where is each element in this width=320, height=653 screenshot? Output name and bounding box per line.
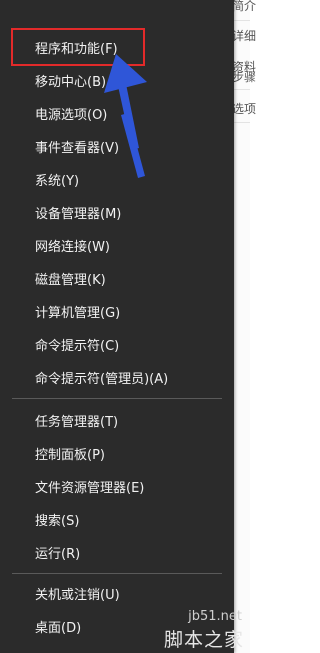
menu-item-label: 关机或注销(U): [35, 587, 120, 603]
menu-item-control-panel[interactable]: 控制面板(P): [0, 437, 234, 469]
menu-item-label: 桌面(D): [35, 620, 82, 636]
menu-item-shutdown-signout[interactable]: 关机或注销(U): [0, 577, 234, 609]
watermark-brand: 脚本之家: [163, 629, 244, 651]
menu-item-label: 文件资源管理器(E): [35, 480, 145, 496]
menu-item-label: 事件查看器(V): [35, 140, 120, 156]
background-text: 详细: [232, 29, 257, 43]
menu-separator: [12, 573, 222, 574]
menu-item-label: 设备管理器(M): [35, 206, 122, 222]
highlight-box: [11, 28, 145, 66]
menu-item-label: 网络连接(W): [35, 239, 110, 255]
watermark: jb51.net 脚本之家: [150, 607, 250, 653]
menu-item-label: 计算机管理(G): [35, 305, 121, 321]
menu-item-network-connections[interactable]: 网络连接(W): [0, 229, 234, 261]
background-text: 简介: [232, 0, 257, 13]
menu-item-search[interactable]: 搜索(S): [0, 503, 234, 535]
menu-item-mobility-center[interactable]: 移动中心(B): [0, 64, 234, 96]
menu-item-command-prompt[interactable]: 命令提示符(C): [0, 328, 234, 360]
menu-item-disk-management[interactable]: 磁盘管理(K): [0, 262, 234, 294]
watermark-url: jb51.net: [188, 609, 242, 624]
power-user-menu: 程序和功能(F) 移动中心(B) 电源选项(O) 事件查看器(V) 系统(Y) …: [0, 0, 234, 653]
menu-item-label: 系统(Y): [35, 173, 80, 189]
menu-item-label: 移动中心(B): [35, 74, 107, 90]
menu-item-run[interactable]: 运行(R): [0, 536, 234, 568]
background-text: 步骤: [232, 70, 257, 84]
menu-item-file-explorer[interactable]: 文件资源管理器(E): [0, 470, 234, 502]
menu-item-label: 搜索(S): [35, 513, 80, 529]
menu-separator: [12, 398, 222, 399]
menu-item-event-viewer[interactable]: 事件查看器(V): [0, 130, 234, 162]
menu-item-device-manager[interactable]: 设备管理器(M): [0, 196, 234, 228]
menu-item-system[interactable]: 系统(Y): [0, 163, 234, 195]
menu-item-label: 命令提示符(管理员)(A): [35, 371, 169, 387]
menu-item-label: 磁盘管理(K): [35, 272, 106, 288]
menu-item-label: 任务管理器(T): [35, 414, 119, 430]
menu-item-label: 运行(R): [35, 546, 81, 562]
menu-item-label: 控制面板(P): [35, 447, 105, 463]
menu-item-label: 命令提示符(C): [35, 338, 120, 354]
menu-item-label: 电源选项(O): [35, 107, 108, 123]
background-text: 选项: [232, 102, 257, 116]
menu-item-command-prompt-admin[interactable]: 命令提示符(管理员)(A): [0, 361, 234, 393]
menu-item-power-options[interactable]: 电源选项(O): [0, 97, 234, 129]
menu-item-task-manager[interactable]: 任务管理器(T): [0, 404, 234, 436]
menu-item-computer-management[interactable]: 计算机管理(G): [0, 295, 234, 327]
